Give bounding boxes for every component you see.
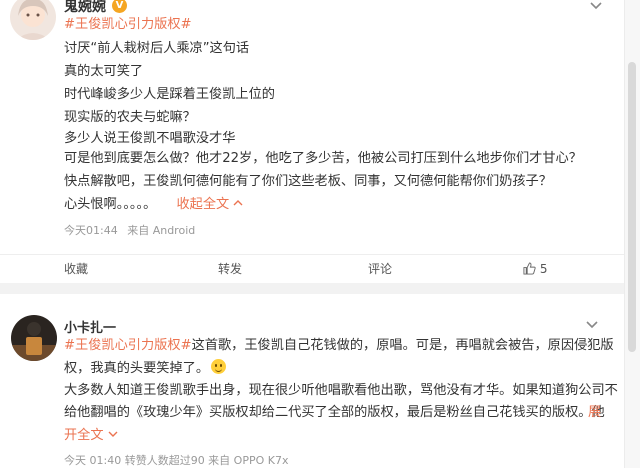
post-time[interactable]: 今天01:44: [64, 224, 118, 237]
post-text-line: 快点解散吧，王俊凯何德何能有了你们这些老板、同事，又何德何能帮你们奶孩子？: [64, 174, 552, 189]
post-text-line: 给他翻唱的《玫瑰少年》买版权却给二代买了全部的版权，最后是粉丝自己花钱买的版权。…: [64, 404, 605, 422]
post-text-line-last: 心头恨啊。。。。。 收起全文: [64, 196, 243, 214]
post-text-line: 现实版的农夫与蛇嘛？: [64, 110, 196, 125]
post-text-line: 可是他到底要怎么做？他才22岁，他吃了多少苦，他被公司打压到什么地步你们才甘心？: [64, 151, 582, 166]
action-bar: 收藏 转发 评论 5: [0, 254, 624, 284]
post-hashtag-line: #王俊凯心引力版权#: [64, 16, 192, 34]
post-text: 这首歌，王俊凯自己花钱做的，原唱。可是，再唱就会被告，原因侵犯版: [191, 338, 614, 353]
hashtag-link[interactable]: #王俊凯心引力版权#: [64, 17, 192, 32]
expand-full-text-link[interactable]: 开全文: [64, 428, 104, 443]
post-text: 给他翻唱的《玫瑰少年》买版权却给二代买了全部的版权，最后是粉丝自己花钱买的版权。…: [64, 405, 605, 420]
post-meta: 今天 01:40 转赞人数超过90 来自 OPPO K7x: [64, 454, 289, 467]
avatar[interactable]: [11, 315, 57, 361]
like-button[interactable]: 5: [523, 255, 547, 284]
post-text-line: 权，我真的头要笑掉了。: [64, 359, 227, 378]
scrollbar-thumb[interactable]: [628, 62, 636, 352]
post-text-line: #王俊凯心引力版权#这首歌，王俊凯自己花钱做的，原唱。可是，再唱就会被告，原因侵…: [64, 337, 614, 355]
username[interactable]: 鬼婉婉: [64, 0, 106, 16]
post-text-line: 开全文: [64, 427, 118, 445]
post-card-2: 小卡扎一 #王俊凯心引力版权#这首歌，王俊凯自己花钱做的，原唱。可是，再唱就会被…: [0, 294, 624, 468]
post-text: 权，我真的头要笑掉了。: [64, 361, 210, 376]
post-text-line: 多少人说王俊凯不唱歌没才华: [64, 131, 236, 146]
comment-button[interactable]: 评论: [368, 255, 392, 284]
post-card-1: 鬼婉婉 V #王俊凯心引力版权# 讨厌“前人栽树后人乘凉”这句话 真的太可笑了 …: [0, 0, 624, 283]
avatar[interactable]: [10, 0, 56, 40]
like-count: 5: [539, 262, 548, 276]
collapse-full-text-link[interactable]: 收起全文: [177, 197, 230, 212]
expand-full-text-link-part1[interactable]: 展: [588, 404, 601, 422]
chevron-up-icon[interactable]: [233, 198, 243, 208]
repost-button[interactable]: 转发: [218, 255, 242, 284]
post-text-line: 真的太可笑了: [64, 64, 144, 79]
post-text-line: 讨厌“前人栽树后人乘凉”这句话: [64, 41, 250, 56]
post-source: 来自 Android: [127, 224, 196, 237]
username[interactable]: 小卡扎一: [64, 317, 116, 336]
post-text-line: 大多数人知道王俊凯歌手出身，现在很少听他唱歌看他出歌，骂他没有才华。如果知道狗公…: [64, 383, 618, 398]
chevron-down-icon[interactable]: [584, 317, 600, 333]
chevron-down-icon[interactable]: [588, 0, 604, 14]
post-text: 心头恨啊。。。。。: [64, 197, 157, 212]
chevron-down-icon[interactable]: [108, 429, 118, 439]
hashtag-link[interactable]: #王俊凯心引力版权#: [64, 338, 192, 353]
like-icon: [523, 262, 536, 275]
smile-emoji-icon: [211, 359, 227, 374]
post-text-line: 时代峰峻多少人是踩着王俊凯上位的: [64, 87, 275, 102]
favorite-button[interactable]: 收藏: [64, 255, 88, 284]
verified-icon: V: [112, 0, 127, 13]
post-meta: 今天01:44 来自 Android: [64, 222, 195, 238]
